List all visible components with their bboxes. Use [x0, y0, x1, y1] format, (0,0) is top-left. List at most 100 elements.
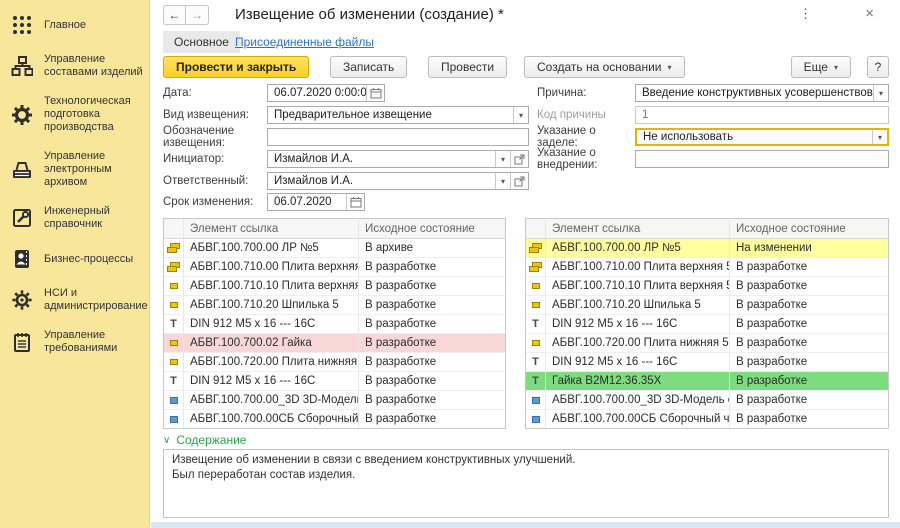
create-based-on-button[interactable]: Создать на основании ▾	[524, 56, 685, 78]
table-row[interactable]: АБВГ.100.710.20 Шпилька 5В разработке	[164, 296, 505, 315]
table-row[interactable]: АБВГ.100.700.00СБ Сборочный чертежВ разр…	[164, 410, 505, 429]
open-link-icon[interactable]	[510, 173, 528, 189]
backlog-combo[interactable]: Не использовать ▾	[635, 128, 889, 146]
element-name: DIN 912 M5 x 16 --- 16С	[546, 315, 730, 333]
sidebar-item-5[interactable]: Бизнес-процессы	[0, 239, 149, 279]
table-row[interactable]: АБВГ.100.700.00_3D 3D-Модель сборкиВ раз…	[164, 391, 505, 410]
element-name: АБВГ.100.700.02 Гайка	[184, 334, 359, 352]
post-button[interactable]: Провести	[428, 56, 507, 78]
fastener-icon: Т	[526, 372, 546, 390]
help-button[interactable]: ?	[867, 56, 889, 78]
create-based-on-label: Создать на основании	[537, 60, 662, 74]
open-link-icon[interactable]	[510, 151, 528, 167]
tab-main[interactable]: Основное	[163, 31, 240, 53]
sidebar-item-4[interactable]: Инженерный справочник	[0, 197, 149, 239]
table-row[interactable]: АБВГ.100.710.10 Плита верхняя 5В разрабо…	[164, 277, 505, 296]
reason-combo[interactable]: Введение конструктивных усовершенствован…	[635, 84, 889, 102]
post-and-close-button[interactable]: Провести и закрыть	[163, 56, 309, 78]
close-icon[interactable]: ×	[861, 3, 878, 24]
designation-input[interactable]	[267, 128, 529, 146]
field-row-notice-type: Вид извещения: Предварительное извещение…	[163, 106, 529, 124]
kebab-menu-icon[interactable]: ⋮	[795, 4, 816, 24]
back-button[interactable]: ←	[163, 5, 186, 25]
sidebar-item-0[interactable]: Главное	[0, 5, 149, 45]
table-row[interactable]: ТDIN 912 M5 x 16 --- 16СВ разработке	[164, 315, 505, 334]
notepad-icon	[9, 330, 35, 354]
table-row[interactable]: АБВГ.100.720.00 Плита нижняя 5В разработ…	[164, 353, 505, 372]
chevron-down-icon[interactable]: ▾	[872, 130, 887, 144]
table-row[interactable]: АБВГ.100.710.00 Плита верхняя 5 в сбореВ…	[164, 258, 505, 277]
calendar-icon[interactable]	[346, 194, 364, 210]
content-section-header[interactable]: ∨ Содержание	[163, 433, 246, 447]
table-row[interactable]: АБВГ.100.700.00_3D 3D-Модель сборкиВ раз…	[526, 391, 888, 410]
archive-icon	[9, 158, 35, 182]
more-label: Еще	[804, 60, 828, 74]
element-name: АБВГ.100.710.00 Плита верхняя 5 в сборе	[184, 258, 359, 276]
sidebar: ГлавноеУправление составами изделийТехно…	[0, 0, 150, 528]
element-state: В разработке	[730, 394, 888, 406]
home-grid-icon	[9, 13, 35, 37]
date-label: Дата:	[163, 87, 267, 99]
table-row[interactable]: АБВГ.100.710.20 Шпилька 5В разработке	[526, 296, 888, 315]
part-icon	[164, 296, 184, 314]
sidebar-item-6[interactable]: НСИ и администрирование	[0, 279, 149, 321]
forward-button[interactable]: →	[186, 5, 209, 25]
table-header: Элемент ссылка Исходное состояние	[526, 219, 888, 239]
field-row-change-term: Срок изменения: 06.07.2020	[163, 193, 529, 211]
field-row-reason-code: Код причины	[537, 106, 889, 124]
element-name: DIN 912 M5 x 16 --- 16С	[184, 372, 359, 390]
reason-code-input[interactable]	[635, 106, 889, 124]
table-row[interactable]: АБВГ.100.700.02 ГайкаВ разработке	[164, 334, 505, 353]
calendar-icon[interactable]	[366, 85, 384, 101]
table-row[interactable]: АБВГ.100.710.10 Плита верхняя 5В разрабо…	[526, 277, 888, 296]
more-button[interactable]: Еще ▾	[791, 56, 851, 78]
date-field[interactable]: 06.07.2020 0:00:00	[267, 84, 385, 102]
chevron-down-icon: ▾	[834, 63, 838, 72]
chevron-down-icon[interactable]: ▾	[513, 107, 528, 123]
table-row[interactable]: АБВГ.100.710.00 Плита верхняя 5 в сбореВ…	[526, 258, 888, 277]
field-row-responsible: Ответственный: Измайлов И.А. ▾	[163, 172, 529, 190]
reason-code-label: Код причины	[537, 109, 635, 121]
initiator-combo[interactable]: Измайлов И.А. ▾	[267, 150, 529, 168]
content-textarea[interactable]: Извещение об изменении в связи с введени…	[163, 449, 889, 518]
table-row[interactable]: АБВГ.100.700.00 ЛР №5На изменении	[526, 239, 888, 258]
table-row[interactable]: АБВГ.100.700.00СБ Сборочный чертежВ разр…	[526, 410, 888, 429]
implementation-input[interactable]	[635, 150, 889, 168]
responsible-combo[interactable]: Измайлов И.А. ▾	[267, 172, 529, 190]
element-name: АБВГ.100.700.00_3D 3D-Модель сборки	[546, 391, 730, 409]
field-row-reason: Причина: Введение конструктивных усоверш…	[537, 84, 889, 102]
fastener-icon: Т	[526, 353, 546, 371]
sidebar-item-3[interactable]: Управление электронным архивом	[0, 142, 149, 197]
chevron-down-icon[interactable]: ▾	[495, 151, 510, 167]
table-row[interactable]: ТDIN 912 M5 x 16 --- 16СВ разработке	[526, 353, 888, 372]
element-state: В разработке	[359, 375, 505, 387]
chevron-down-icon[interactable]: ▾	[495, 173, 510, 189]
sidebar-item-label: Бизнес-процессы	[44, 253, 133, 266]
change-term-field[interactable]: 06.07.2020	[267, 193, 365, 211]
tab-attached-files[interactable]: Присоединенные файлы	[235, 35, 374, 49]
table-row[interactable]: ТDIN 912 M5 x 16 --- 16СВ разработке	[164, 372, 505, 391]
assembly-icon	[526, 258, 546, 276]
save-button[interactable]: Записать	[330, 56, 407, 78]
element-name: АБВГ.100.720.00 Плита нижняя 5	[546, 334, 730, 352]
sidebar-item-1[interactable]: Управление составами изделий	[0, 45, 149, 87]
notice-type-combo[interactable]: Предварительное извещение ▾	[267, 106, 529, 124]
collapse-chevron-icon: ∨	[163, 435, 170, 446]
sidebar-item-2[interactable]: Технологическая подготовка производства	[0, 87, 149, 142]
table-row[interactable]: АБВГ.100.720.00 Плита нижняя 5В разработ…	[526, 334, 888, 353]
document-icon	[164, 391, 184, 409]
table-body: АБВГ.100.700.00 ЛР №5На измененииАБВГ.10…	[526, 239, 888, 429]
notice-type-value: Предварительное извещение	[268, 109, 513, 121]
table-row[interactable]: АБВГ.100.700.00 ЛР №5В архиве	[164, 239, 505, 258]
sidebar-item-7[interactable]: Управление требованиями	[0, 321, 149, 363]
part-icon	[164, 353, 184, 371]
changed-elements-table: Элемент ссылка Исходное состояние АБВГ.1…	[525, 218, 889, 429]
chevron-down-icon[interactable]: ▾	[873, 85, 888, 101]
element-state: В разработке	[730, 413, 888, 425]
element-state: В разработке	[730, 299, 888, 311]
table-row[interactable]: ТDIN 912 M5 x 16 --- 16СВ разработке	[526, 315, 888, 334]
element-state: В разработке	[359, 394, 505, 406]
document-form: ← → Извещение об изменении (создание) * …	[151, 0, 900, 528]
table-row[interactable]: ТГайка В2М12.36.35ХВ разработке	[526, 372, 888, 391]
part-icon	[526, 334, 546, 352]
